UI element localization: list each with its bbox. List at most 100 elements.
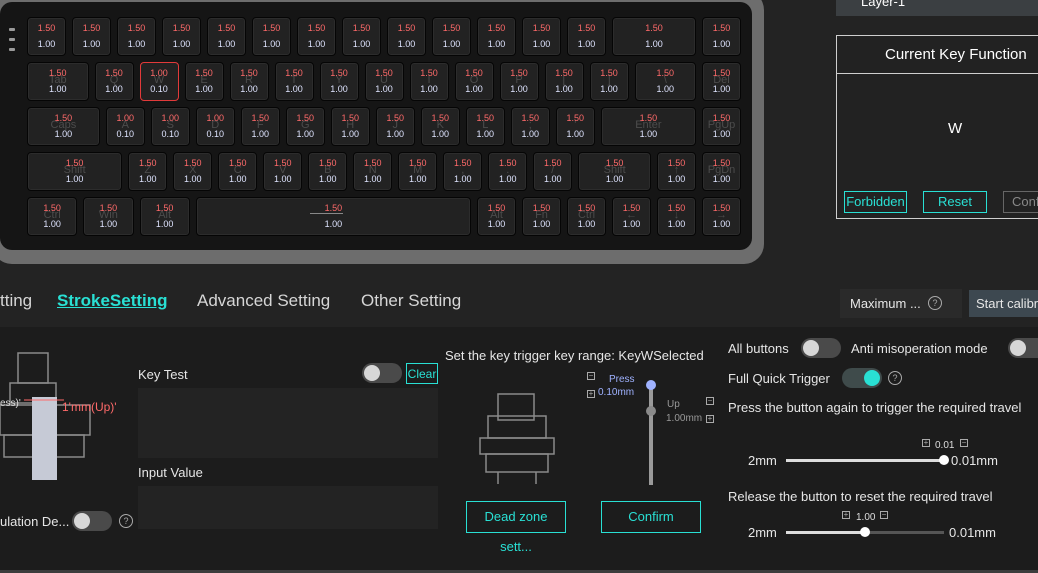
keyboard-key[interactable]: 1.50 1.00 <box>387 17 426 56</box>
keyboard-key[interactable]: I 1.50 1.00 <box>409 62 449 101</box>
keyboard-key[interactable]: 1.50 1.00 <box>567 17 606 56</box>
keyboard-key[interactable]: Del 1.50 1.00 <box>702 62 741 101</box>
keyboard-key[interactable]: . 1.50 1.00 <box>488 152 528 191</box>
keyboard-key[interactable]: Ctrl 1.50 1.00 <box>567 197 606 236</box>
decrease-press-icon[interactable]: − <box>587 372 595 380</box>
keyboard-key[interactable]: ; 1.50 1.00 <box>510 107 550 146</box>
tab-setting[interactable]: tting <box>0 291 32 311</box>
keyboard-key[interactable]: F 1.50 1.00 <box>240 107 280 146</box>
keyboard-key[interactable]: C 1.50 1.00 <box>218 152 258 191</box>
keyboard-key[interactable]: H 1.50 1.00 <box>330 107 370 146</box>
keyboard-key[interactable]: A 1.00 0.10 <box>105 107 145 146</box>
keyboard-key[interactable]: /1.50 1.00 <box>533 152 573 191</box>
confirm-button[interactable]: Confirm <box>601 501 701 533</box>
keyboard-key[interactable]: 1.50 1.00 <box>207 17 246 56</box>
confirm-key-button[interactable]: Conf <box>1003 191 1038 213</box>
keyboard-key[interactable]: ] 1.50 1.00 <box>589 62 629 101</box>
keyboard-key[interactable]: K 1.50 1.00 <box>420 107 460 146</box>
keyboard-key[interactable]: Shift 1.50 1.00 <box>578 152 651 191</box>
keyboard-key[interactable]: V 1.50 1.00 <box>263 152 303 191</box>
decrease-up-icon[interactable]: − <box>706 397 714 405</box>
keyboard-key[interactable]: W 1.00 0.10 <box>139 62 179 101</box>
increase-press-icon[interactable]: + <box>587 390 595 398</box>
tab-advanced-setting[interactable]: Advanced Setting <box>197 291 330 311</box>
trigger-travel-slider[interactable] <box>786 459 944 462</box>
keyboard-key[interactable]: G 1.50 1.00 <box>285 107 325 146</box>
trigger-travel-handle[interactable] <box>939 455 949 465</box>
anti-misoperation-toggle[interactable] <box>1008 338 1038 358</box>
keyboard-key[interactable]: [1.50 1.00 <box>544 62 584 101</box>
help-icon[interactable]: ? <box>888 371 902 385</box>
simulation-toggle[interactable] <box>72 511 112 531</box>
keyboard-key[interactable]: 1.50 1.00 <box>27 17 66 56</box>
travel-slider-track[interactable] <box>649 384 653 485</box>
clear-button[interactable]: Clear <box>406 363 438 384</box>
keyboard-key[interactable]: O 1.50 1.00 <box>454 62 494 101</box>
reset-travel-handle[interactable] <box>860 527 870 537</box>
keyboard-key[interactable]: Tab 1.50 1.00 <box>27 62 89 101</box>
keyboard-key[interactable]: Alt 1.50 1.00 <box>477 197 516 236</box>
keyboard-key[interactable]: PgUp 1.50 1.00 <box>702 107 741 146</box>
keyboard-key[interactable]: 1.50 1.00 <box>342 17 381 56</box>
keyboard-key[interactable]: E 1.50 1.00 <box>184 62 224 101</box>
keyboard-key[interactable]: 1.50 1.00 <box>432 17 471 56</box>
press-point-handle[interactable] <box>646 380 656 390</box>
keyboard-key[interactable]: 1.50 1.00 <box>117 17 156 56</box>
keyboard-key[interactable]: 1.50 1.00 <box>72 17 111 56</box>
keyboard-key[interactable]: ← 1.50 1.00 <box>612 197 651 236</box>
keyboard-key[interactable]: ↑ 1.50 1.00 <box>657 152 696 191</box>
keyboard-key[interactable]: ↓ 1.50 1.00 <box>657 197 696 236</box>
key-test-area[interactable] <box>138 388 438 458</box>
keyboard-key[interactable]: T 1.50 1.00 <box>274 62 314 101</box>
keyboard-key[interactable]: J 1.50 1.00 <box>375 107 415 146</box>
keyboard-key[interactable]: Fn 1.50 1.00 <box>522 197 561 236</box>
keyboard-key[interactable]: 1.50 1.00 <box>702 17 741 56</box>
tab-stroke-setting[interactable]: StrokeSetting <box>57 291 168 311</box>
up-point-handle[interactable] <box>646 406 656 416</box>
keyboard-key[interactable]: PgDn 1.50 1.00 <box>702 152 741 191</box>
keyboard-key[interactable]: M 1.50 1.00 <box>398 152 438 191</box>
tab-other-setting[interactable]: Other Setting <box>361 291 461 311</box>
keyboard-key[interactable]: 1.50 1.00 <box>162 17 201 56</box>
keyboard-key[interactable]: L 1.50 1.00 <box>465 107 505 146</box>
keyboard-key[interactable]: X 1.50 1.00 <box>173 152 213 191</box>
keyboard-key[interactable]: D 1.00 0.10 <box>195 107 235 146</box>
keyboard-key[interactable]: ' 1.50 1.00 <box>555 107 595 146</box>
keyboard-key[interactable]: 1.50 1.00 <box>195 197 471 236</box>
keyboard-key[interactable]: 1.50 1.00 <box>252 17 291 56</box>
key-test-toggle[interactable] <box>362 363 402 383</box>
keyboard-key[interactable]: \ 1.50 1.00 <box>634 62 696 101</box>
keyboard-key[interactable]: N 1.50 1.00 <box>353 152 393 191</box>
reset-button[interactable]: Reset <box>923 191 987 213</box>
help-icon[interactable]: ? <box>119 514 133 528</box>
keyboard-key[interactable]: P 1.50 1.00 <box>499 62 539 101</box>
keyboard-key[interactable]: U 1.50 1.00 <box>364 62 404 101</box>
increase-reset-icon[interactable]: + <box>842 511 850 519</box>
keyboard-key[interactable]: Ctrl 1.50 1.00 <box>27 197 78 236</box>
keyboard-key[interactable]: Y 1.50 1.00 <box>319 62 359 101</box>
increase-up-icon[interactable]: + <box>706 415 714 423</box>
help-icon[interactable]: ? <box>928 296 942 310</box>
all-buttons-toggle[interactable] <box>801 338 841 358</box>
decrease-reset-icon[interactable]: − <box>880 511 888 519</box>
keyboard-key[interactable]: B 1.50 1.00 <box>308 152 348 191</box>
keyboard-key[interactable]: 1.50 1.00 <box>297 17 336 56</box>
keyboard-key[interactable]: Enter 1.50 1.00 <box>600 107 696 146</box>
full-quick-trigger-toggle[interactable] <box>842 368 882 388</box>
keyboard-key[interactable]: Shift 1.50 1.00 <box>27 152 123 191</box>
dead-zone-button[interactable]: Dead zone sett... <box>466 501 566 554</box>
keyboard-key[interactable]: Caps 1.50 1.00 <box>27 107 100 146</box>
keyboard-key[interactable]: Alt 1.50 1.00 <box>139 197 190 236</box>
keyboard-key[interactable]: , 1.50 1.00 <box>443 152 483 191</box>
keyboard-key[interactable]: 1.50 1.00 <box>612 17 696 56</box>
keyboard-key[interactable]: 1.50 1.00 <box>522 17 561 56</box>
keyboard-key[interactable]: Q 1.50 1.00 <box>94 62 134 101</box>
forbidden-button[interactable]: Forbidden <box>844 191 907 213</box>
increase-trigger-icon[interactable]: + <box>922 439 930 447</box>
input-value-field[interactable] <box>138 486 438 529</box>
keyboard-key[interactable]: S 1.00 0.10 <box>150 107 190 146</box>
keyboard-key[interactable]: R 1.50 1.00 <box>229 62 269 101</box>
keyboard-key[interactable]: → 1.50 1.00 <box>702 197 741 236</box>
keyboard-key[interactable]: Z 1.50 1.00 <box>128 152 168 191</box>
keyboard-key[interactable]: Win 1.50 1.00 <box>83 197 134 236</box>
